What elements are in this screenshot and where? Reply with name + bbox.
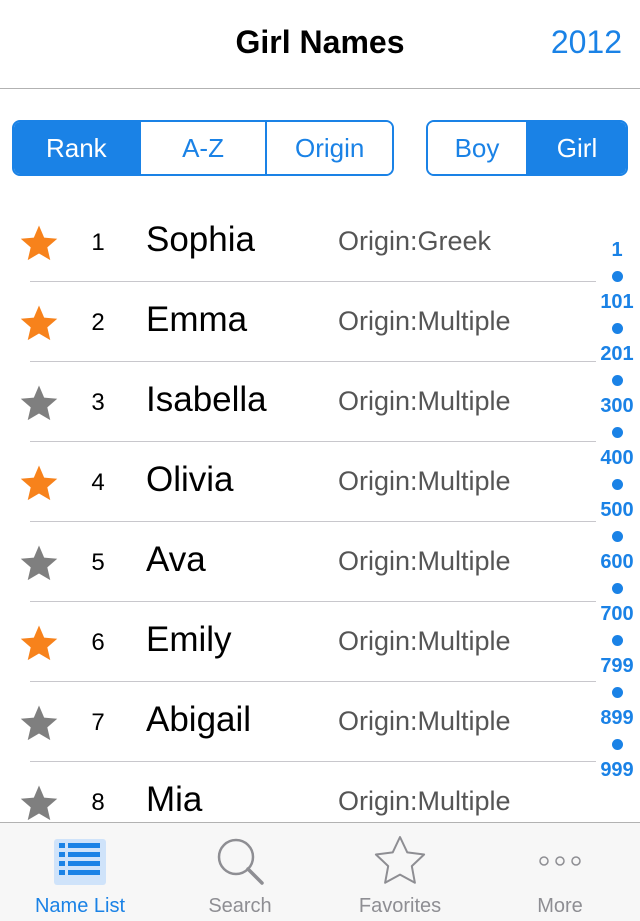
list-item[interactable]: 6 Emily Origin:Multiple: [0, 602, 596, 682]
origin-label: Origin:Multiple: [338, 386, 511, 416]
name-label: Abigail: [146, 700, 252, 739]
origin-label: Origin:Multiple: [338, 786, 511, 816]
origin-label: Origin:Multiple: [338, 466, 511, 496]
tab-label: More: [537, 895, 583, 917]
tab-name-list[interactable]: Name List: [0, 823, 160, 921]
index-dot: [594, 418, 640, 446]
index-label[interactable]: 799: [594, 654, 640, 678]
index-dot: [594, 314, 640, 342]
star-icon[interactable]: [18, 303, 60, 343]
rank-number: 5: [91, 549, 105, 576]
index-label[interactable]: 101: [594, 290, 640, 314]
name-label: Sophia: [146, 220, 255, 259]
star-icon[interactable]: [18, 623, 60, 663]
star-icon[interactable]: [18, 383, 60, 423]
tab-more[interactable]: More: [480, 823, 640, 921]
index-label[interactable]: 600: [594, 550, 640, 574]
sort-segmented-control: Rank A-Z Origin: [12, 120, 394, 176]
rank-number: 8: [91, 789, 105, 816]
index-dot: [594, 730, 640, 758]
list-item[interactable]: 5 Ava Origin:Multiple: [0, 522, 596, 602]
tab-label: Search: [208, 895, 272, 917]
star-icon: [374, 836, 426, 884]
rank-number: 7: [91, 709, 105, 736]
index-dot: [594, 626, 640, 654]
navigation-bar: Girl Names 2012: [0, 0, 640, 89]
tab-bar: Name List Search Favorites More: [0, 822, 640, 921]
name-label: Emily: [146, 620, 232, 659]
list-item[interactable]: 3 Isabella Origin:Multiple: [0, 362, 596, 442]
index-label[interactable]: 400: [594, 446, 640, 470]
origin-label: Origin:Greek: [338, 226, 492, 256]
gender-girl-segment[interactable]: Girl: [528, 122, 626, 174]
name-label: Olivia: [146, 460, 234, 499]
index-label[interactable]: 201: [594, 342, 640, 366]
tab-favorites[interactable]: Favorites: [320, 823, 480, 921]
more-icon: [539, 856, 581, 866]
sort-az-segment[interactable]: A-Z: [140, 122, 268, 174]
origin-label: Origin:Multiple: [338, 546, 511, 576]
index-dot: [594, 470, 640, 498]
rank-number: 1: [91, 229, 105, 256]
rank-number: 3: [91, 389, 105, 416]
gender-segmented-control: Boy Girl: [426, 120, 628, 176]
name-label: Emma: [146, 300, 248, 339]
star-icon[interactable]: [18, 543, 60, 583]
name-label: Isabella: [146, 380, 267, 419]
index-dot: [594, 678, 640, 706]
rank-number: 2: [91, 309, 105, 336]
page-title: Girl Names: [235, 24, 405, 60]
star-icon[interactable]: [18, 783, 60, 823]
origin-label: Origin:Multiple: [338, 706, 511, 736]
list-item[interactable]: 4 Olivia Origin:Multiple: [0, 442, 596, 522]
list-item[interactable]: 1 Sophia Origin:Greek: [0, 202, 596, 282]
rank-number: 6: [91, 629, 105, 656]
star-icon[interactable]: [18, 463, 60, 503]
list-item[interactable]: 2 Emma Origin:Multiple: [0, 282, 596, 362]
name-label: Ava: [146, 540, 206, 579]
section-index[interactable]: 1 101 201 300 400 500 600 700 799 899 99…: [594, 238, 640, 782]
list-icon: [54, 839, 106, 885]
rank-number: 4: [91, 469, 105, 496]
tab-label: Name List: [34, 895, 126, 917]
index-dot: [594, 522, 640, 550]
gender-boy-segment[interactable]: Boy: [428, 122, 528, 174]
index-label[interactable]: 1: [594, 238, 640, 262]
tab-search[interactable]: Search: [160, 823, 320, 921]
index-label[interactable]: 700: [594, 602, 640, 626]
name-label: Mia: [146, 780, 203, 819]
index-label[interactable]: 500: [594, 498, 640, 522]
origin-label: Origin:Multiple: [338, 626, 511, 656]
index-label[interactable]: 999: [594, 758, 640, 782]
sort-origin-segment[interactable]: Origin: [267, 122, 392, 174]
index-label[interactable]: 899: [594, 706, 640, 730]
sort-rank-segment[interactable]: Rank: [14, 122, 141, 174]
year-button[interactable]: 2012: [551, 24, 622, 61]
index-label[interactable]: 300: [594, 394, 640, 418]
star-icon[interactable]: [18, 703, 60, 743]
name-list: 1 Sophia Origin:Greek 2 Emma Origin:Mult…: [0, 202, 596, 842]
index-dot: [594, 262, 640, 290]
origin-label: Origin:Multiple: [338, 306, 511, 336]
star-icon[interactable]: [18, 223, 60, 263]
index-dot: [594, 366, 640, 394]
tab-label: Favorites: [358, 895, 442, 917]
list-item[interactable]: 7 Abigail Origin:Multiple: [0, 682, 596, 762]
index-dot: [594, 574, 640, 602]
search-icon: [217, 838, 264, 885]
